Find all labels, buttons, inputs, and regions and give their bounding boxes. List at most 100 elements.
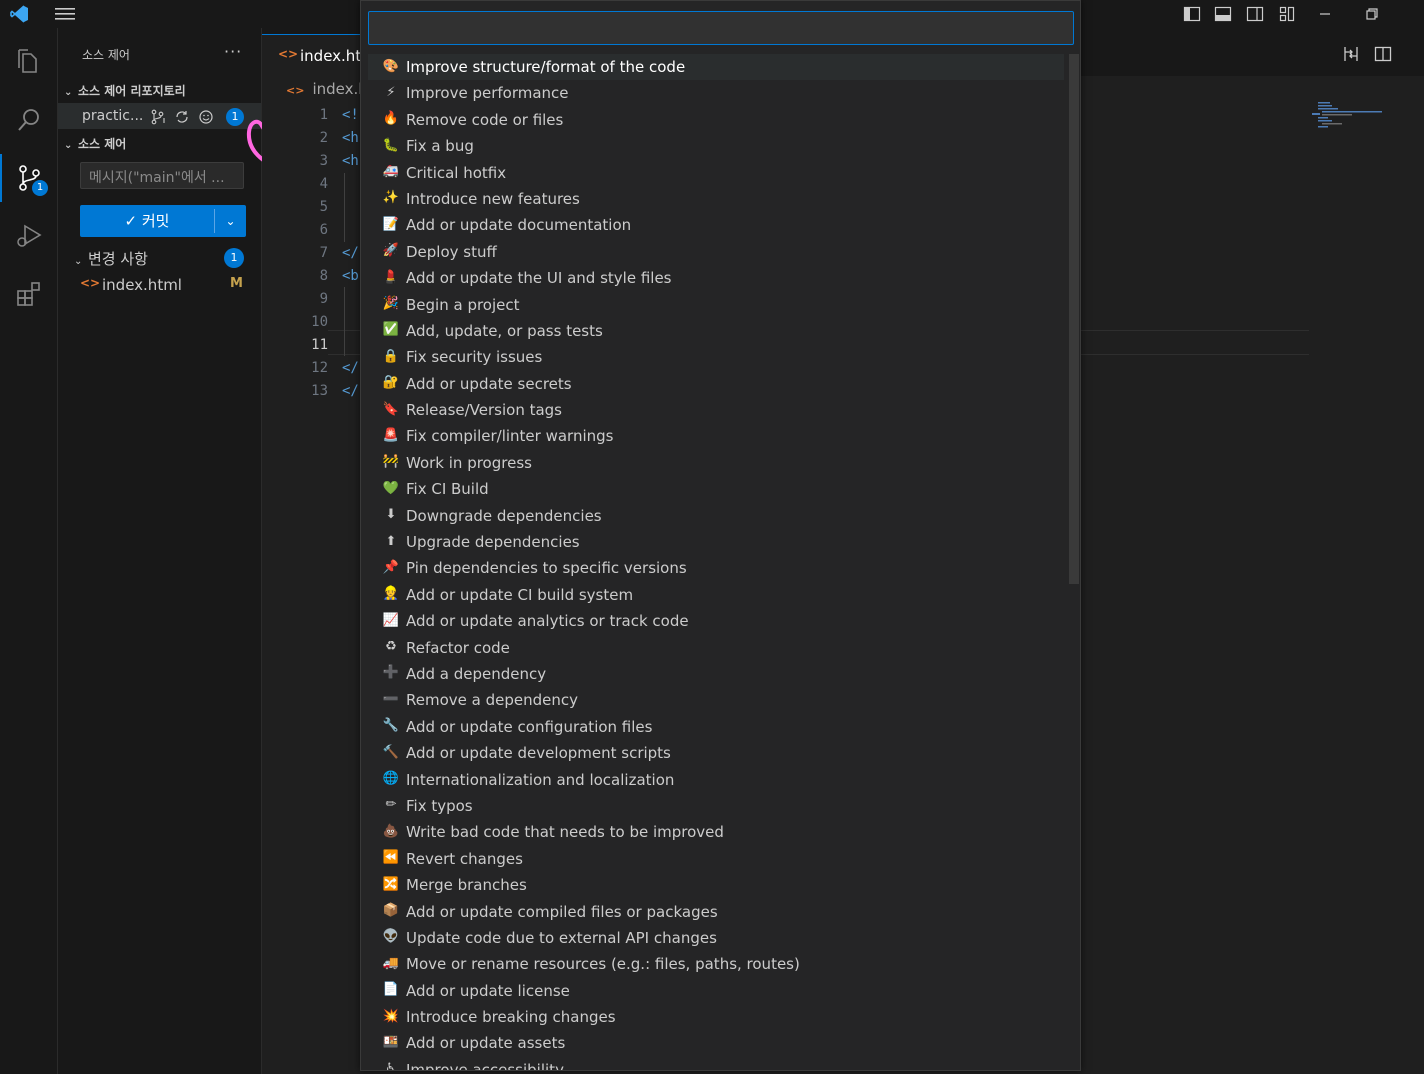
quick-pick-item[interactable]: ✅ Add, update, or pass tests [368,318,1064,344]
quick-pick-item[interactable]: 📝 Add or update documentation [368,212,1064,238]
quick-pick-item[interactable]: 🚨 Fix compiler/linter warnings [368,423,1064,449]
branch-icon[interactable] [150,109,166,125]
code-token: <h [342,130,359,146]
toggle-panel-icon[interactable] [1213,4,1233,24]
split-editor-icon[interactable] [1372,44,1394,64]
minimize-icon[interactable] [1316,4,1336,24]
smiley-icon[interactable] [198,109,214,125]
quick-pick-item[interactable]: 🚧 Work in progress [368,450,1064,476]
emoji-icon: 🔒 [382,348,400,364]
menu-icon[interactable] [54,5,76,23]
quick-pick-item[interactable]: 🚚 Move or rename resources (e.g.: files, … [368,951,1064,977]
quick-pick-item[interactable]: ✨ Introduce new features [368,186,1064,212]
quick-pick-item[interactable]: 🐛 Fix a bug [368,133,1064,159]
customize-layout-icon[interactable] [1277,4,1297,24]
extensions-icon [16,282,40,306]
sync-icon[interactable] [174,109,190,125]
quick-pick-item[interactable]: ⚡ Improve performance [368,80,1064,106]
quick-pick-item[interactable]: 💚 Fix CI Build [368,476,1064,502]
line-number: 11 [311,337,328,353]
commit-button[interactable]: ✓ 커밋 ⌄ [80,205,246,237]
quick-pick-item-label: Write bad code that needs to be improved [406,823,724,842]
commit-message-input[interactable]: 메시지("main"에서 ... [80,162,244,189]
extensions-activity[interactable] [0,270,57,318]
run-debug-activity[interactable] [0,212,57,260]
quick-pick-item-label: Fix compiler/linter warnings [406,427,614,446]
quick-pick-item-label: Deploy stuff [406,242,497,261]
open-changes-icon[interactable] [1340,44,1362,64]
quick-pick-item[interactable]: 🎉 Begin a project [368,292,1064,318]
quick-pick-item[interactable]: 🎨 Improve structure/format of the code [368,54,1064,81]
repositories-section-header[interactable]: ⌄ 소스 제어 리포지토리 [64,82,186,99]
code-lines[interactable]: <! <h <h </ <b </ </ [342,104,359,403]
quick-pick-item[interactable]: 🌐 Internationalization and localization [368,767,1064,793]
changed-file-row[interactable]: <> index.html M [80,276,250,296]
toggle-secondary-sidebar-icon[interactable] [1245,4,1265,24]
emoji-icon: 🍱 [382,1034,400,1050]
line-number: 4 [319,176,328,192]
quick-pick-item-label: Add or update CI build system [406,585,634,604]
minimap[interactable] [1310,100,1400,160]
quick-pick-item[interactable]: 📌 Pin dependencies to specific versions [368,555,1064,581]
quick-pick-item[interactable]: 🔧 Add or update configuration files [368,714,1064,740]
source-control-activity[interactable]: 1 [0,154,57,202]
source-control-section-header[interactable]: ⌄ 소스 제어 [64,135,126,152]
search-activity[interactable] [0,96,57,144]
quick-pick-item[interactable]: 👷 Add or update CI build system [368,582,1064,608]
quick-pick-item[interactable]: 🚑 Critical hotfix [368,160,1064,186]
code-line: </ [342,242,359,265]
quick-pick-item[interactable]: ♻ Refactor code [368,635,1064,661]
quick-pick-item[interactable]: 👽 Update code due to external API changes [368,925,1064,951]
explorer-activity[interactable] [0,38,57,86]
quick-pick-item[interactable]: 🚀 Deploy stuff [368,239,1064,265]
emoji-icon: 📄 [382,982,400,998]
code-token: <b [342,268,359,284]
quick-pick-item-label: Fix typos [406,796,473,815]
commit-button-label[interactable]: ✓ 커밋 [80,205,214,237]
toggle-sidebar-icon[interactable] [1182,4,1202,24]
repository-row[interactable]: practic... 1 [58,103,261,129]
changes-count-badge: 1 [224,248,244,268]
emoji-icon: ♿ [385,1061,397,1071]
quick-pick-item[interactable]: 📈 Add or update analytics or track code [368,608,1064,634]
quick-pick-item[interactable]: 💩 Write bad code that needs to be improve… [368,819,1064,845]
quick-pick-item-label: Fix a bug [406,137,474,156]
restore-icon[interactable] [1362,4,1382,24]
quick-pick-item[interactable]: 💄 Add or update the UI and style files [368,265,1064,291]
sidebar: 소스 제어 ··· ⌄ 소스 제어 리포지토리 practic... 1 ⌄ 소스 … [58,28,287,1074]
quick-pick-item[interactable]: ⬆ Upgrade dependencies [368,529,1064,555]
quick-pick-item[interactable]: ♿ Improve accessibility [368,1057,1064,1071]
quick-pick-item-label: Update code due to external API changes [406,928,717,947]
changes-group-header[interactable]: ⌄ 변경 사항 1 [74,248,254,270]
quick-pick-item[interactable]: 🔖 Release/Version tags [368,397,1064,423]
quick-pick-item[interactable]: 🔐 Add or update secrets [368,371,1064,397]
quick-pick-item[interactable]: 🔨 Add or update development scripts [368,740,1064,766]
quick-pick-item[interactable]: ➖ Remove a dependency [368,687,1064,713]
quick-pick-item[interactable]: 🔥 Remove code or files [368,107,1064,133]
quick-pick-input[interactable] [368,11,1074,45]
quick-pick-item[interactable]: 🍱 Add or update assets [368,1030,1064,1056]
quick-pick-item[interactable]: 💥 Introduce breaking changes [368,1004,1064,1030]
line-number: 1 [319,107,328,123]
chevron-down-icon[interactable]: ⌄ [215,205,246,237]
quick-pick-item[interactable]: 📄 Add or update license [368,978,1064,1004]
quick-pick-item[interactable]: 🔀 Merge branches [368,872,1064,898]
quick-pick-item-label: Add or update configuration files [406,717,653,736]
line-number: 6 [319,222,328,238]
chevron-down-icon: ⌄ [74,256,83,267]
more-actions-icon[interactable]: ··· [224,42,242,61]
quick-pick-item[interactable]: ⬇ Downgrade dependencies [368,503,1064,529]
quick-pick-item-label: Merge branches [406,876,527,895]
changed-file-name: index.html [102,276,182,294]
emoji-icon: 🎨 [382,58,400,74]
quick-pick-item[interactable]: 🔒 Fix security issues [368,344,1064,370]
quick-pick-item[interactable]: ✏ Fix typos [368,793,1064,819]
quick-pick-item[interactable]: ⏪ Revert changes [368,846,1064,872]
emoji-icon: 🐛 [382,137,400,153]
quick-pick-scrollbar[interactable] [1069,54,1079,584]
quick-pick-item-label: Remove code or files [406,110,564,129]
quick-pick-item[interactable]: ➕ Add a dependency [368,661,1064,687]
quick-pick-item[interactable]: 📦 Add or update compiled files or package… [368,899,1064,925]
